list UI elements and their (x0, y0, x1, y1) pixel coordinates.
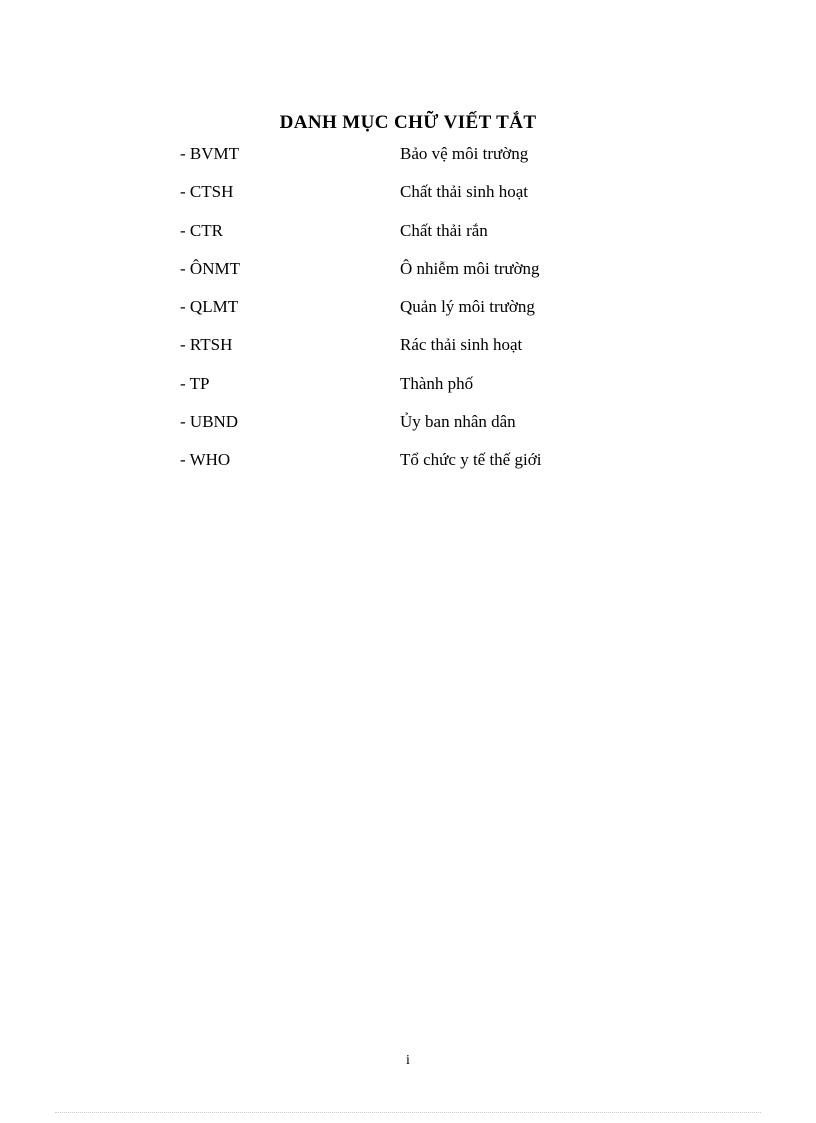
abbreviation-definition: Chất thải rắn (400, 220, 488, 240)
abbreviation-term: - CTR (180, 220, 223, 240)
abbreviation-term: - TP (180, 373, 210, 393)
abbreviation-term: - UBND (180, 412, 239, 432)
abbreviation-term: - QLMT (180, 297, 239, 317)
footer-divider (55, 1112, 761, 1113)
abbreviation-definition: Tổ chức y tế thế giới (400, 450, 542, 470)
document-page: DANH MỤC CHỮ VIẾT TẮT - BVMT Bảo vệ môi … (0, 0, 816, 1123)
abbreviation-definition: Quản lý môi trường (400, 297, 535, 317)
list-item: - RTSH Rác thải sinh hoạt (180, 335, 740, 373)
list-item: - QLMT Quản lý môi trường (180, 297, 740, 335)
list-item: - ÔNMT Ô nhiễm môi trường (180, 259, 740, 297)
abbreviation-term: - ÔNMT (180, 258, 240, 278)
abbreviation-definition: Ủy ban nhân dân (400, 412, 516, 432)
list-item: - WHO Tổ chức y tế thế giới (180, 450, 740, 488)
abbreviation-definition: Rác thải sinh hoạt (400, 335, 523, 355)
list-item: - UBND Ủy ban nhân dân (180, 412, 740, 450)
abbreviation-term: - BVMT (180, 144, 240, 163)
abbreviation-term: - CTSH (180, 182, 234, 202)
list-item: - CTR Chất thải rắn (180, 221, 740, 259)
list-item: - BVMT Bảo vệ môi trường (180, 144, 740, 182)
list-item: - TP Thành phố (180, 374, 740, 412)
page-title: DANH MỤC CHỮ VIẾT TẮT (279, 112, 537, 133)
list-item: - CTSH Chất thải sinh hoạt (180, 182, 740, 220)
abbreviation-term: - WHO (180, 450, 231, 470)
abbreviation-definition: Thành phố (400, 373, 474, 393)
abbreviation-definition: Chất thải sinh hoạt (400, 182, 528, 202)
abbreviation-definition: Bảo vệ môi trường (400, 144, 529, 163)
abbreviation-list: - BVMT Bảo vệ môi trường - CTSH Chất thả… (180, 144, 740, 489)
abbreviation-term: - RTSH (180, 335, 233, 355)
page-number: i (406, 1053, 410, 1068)
abbreviation-definition: Ô nhiễm môi trường (400, 258, 540, 278)
